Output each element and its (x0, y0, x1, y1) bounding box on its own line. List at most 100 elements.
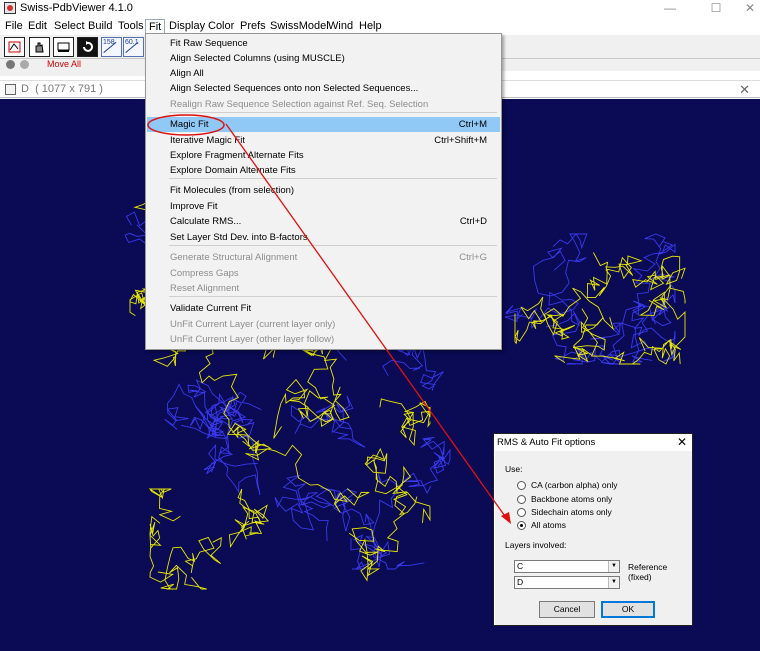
fit-menu-item-improve-fit[interactable]: Improve Fit (147, 199, 500, 214)
radio-indicator (517, 481, 526, 490)
menu-item-shortcut: Ctrl+D (459, 216, 487, 227)
menu-select[interactable]: Select (51, 19, 88, 34)
menu-separator (169, 112, 497, 113)
menu-item-label: Set Layer Std Dev. into B-factors (170, 232, 308, 243)
fit-menu-item-magic-fit[interactable]: Magic Fit Ctrl+M (147, 117, 500, 132)
distance-tool-button[interactable]: 60.1 (123, 37, 144, 57)
menu-item-shortcut: Ctrl+M (458, 119, 487, 130)
menu-item-label: Calculate RMS... (170, 216, 242, 227)
menu-item-label: Align Selected Columns (using MUSCLE) (170, 53, 345, 64)
reference-layer-select[interactable]: C ▼ (514, 560, 620, 573)
window-icon (57, 42, 70, 52)
menu-item-shortcut: Ctrl+Shift+M (434, 135, 487, 146)
fit-menu-item-explore-domain-alternate-fits[interactable]: Explore Domain Alternate Fits (147, 163, 500, 178)
menu-item-label: Explore Fragment Alternate Fits (170, 150, 304, 161)
menu-wind[interactable]: Wind (325, 19, 356, 34)
angle-tool-button[interactable]: 158 (101, 37, 122, 57)
fit-menu-item-compress-gaps: Compress Gaps (147, 266, 500, 281)
fit-menu-item-unfit-current-layer-other-layer-follow: UnFit Current Layer (other layer follow) (147, 332, 500, 347)
layer-icon[interactable] (20, 60, 29, 69)
menu-item-label: Magic Fit (170, 119, 209, 130)
radio-label: Sidechain atoms only (531, 507, 612, 517)
chevron-down-icon: ▼ (608, 577, 619, 588)
reference-layer-value: C (517, 561, 524, 571)
close-button[interactable]: ✕ (735, 0, 760, 17)
menu-swissmodel[interactable]: SwissModel (267, 19, 332, 34)
fit-menu-item-validate-current-fit[interactable]: Validate Current Fit (147, 301, 500, 316)
menu-item-label: Align Selected Sequences onto non Select… (170, 83, 419, 94)
ok-button[interactable]: OK (601, 601, 655, 618)
move-all-label[interactable]: Move All (47, 59, 81, 69)
fit-menu-item-calculate-rms[interactable]: Calculate RMS... Ctrl+D (147, 214, 500, 229)
radio-label: CA (carbon alpha) only (531, 480, 618, 490)
menu-item-label: Fit Raw Sequence (170, 38, 248, 49)
menu-item-label: Reset Alignment (170, 283, 240, 294)
rotate-tool-button[interactable] (77, 37, 98, 57)
fit-menu-item-fit-raw-sequence[interactable]: Fit Raw Sequence (147, 36, 500, 51)
app-title: Swiss-PdbViewer 4.1.0 (20, 2, 133, 14)
dialog-titlebar: RMS & Auto Fit options ✕ (494, 434, 692, 451)
graphic-window-title: D ( 1077 x 791 ) (21, 83, 103, 95)
graphic-window-close-button[interactable]: ✕ (739, 82, 750, 98)
fit-menu-item-unfit-current-layer-current-layer-only: UnFit Current Layer (current layer only) (147, 317, 500, 332)
fit-menu-item-iterative-magic-fit[interactable]: Iterative Magic Fit Ctrl+Shift+M (147, 133, 500, 148)
radio-indicator (517, 495, 526, 504)
fit-menu-item-align-selected-sequences-onto-non-selected-sequences[interactable]: Align Selected Sequences onto non Select… (147, 81, 500, 96)
fit-menu-dropdown: Fit Raw Sequence Align Selected Columns (… (145, 33, 502, 350)
fit-menu-item-generate-structural-alignment: Generate Structural Alignment Ctrl+G (147, 250, 500, 265)
app-icon (4, 2, 16, 14)
toolbar-label-strip (0, 71, 160, 76)
menu-separator (169, 245, 497, 246)
menu-item-label: Fit Molecules (from selection) (170, 185, 295, 196)
radio-label: Backbone atoms only (531, 494, 613, 504)
chevron-down-icon: ▼ (608, 561, 619, 572)
app-titlebar: Swiss-PdbViewer 4.1.0 — ☐ ✕ (0, 0, 760, 17)
menu-color[interactable]: Color (205, 19, 237, 34)
select-tool-button[interactable] (4, 37, 25, 57)
menu-item-label: Align All (170, 68, 204, 79)
menu-item-label: Generate Structural Alignment (170, 252, 298, 263)
menu-separator (169, 178, 497, 179)
move-tool-button[interactable] (29, 37, 50, 57)
minimize-button[interactable]: — (655, 0, 685, 17)
fit-menu-item-explore-fragment-alternate-fits[interactable]: Explore Fragment Alternate Fits (147, 148, 500, 163)
menu-item-label: UnFit Current Layer (other layer follow) (170, 334, 335, 345)
use-label: Use: (505, 464, 523, 474)
fit-menu-item-set-layer-std-dev-into-b-factors[interactable]: Set Layer Std Dev. into B-factors (147, 230, 500, 245)
dialog-body: Use: CA (carbon alpha) only Backbone ato… (495, 451, 692, 625)
menu-item-label: Explore Domain Alternate Fits (170, 165, 296, 176)
moving-layer-select[interactable]: D ▼ (514, 576, 620, 589)
layers-involved-label: Layers involved: (505, 540, 567, 550)
globe-icon[interactable] (6, 60, 15, 69)
dialog-close-button[interactable]: ✕ (677, 435, 687, 449)
menu-edit[interactable]: Edit (25, 19, 50, 34)
menu-fit[interactable]: Fit (145, 19, 166, 34)
translate-tool-button[interactable] (53, 37, 74, 57)
maximize-button[interactable]: ☐ (701, 0, 731, 17)
dialog-title: RMS & Auto Fit options (497, 437, 596, 448)
window-icon (5, 84, 16, 95)
menu-item-label: UnFit Current Layer (current layer only) (170, 319, 336, 330)
reference-fixed-label: Reference (fixed) (628, 562, 668, 582)
rotate-icon (83, 41, 93, 52)
radio-label: All atoms (531, 520, 566, 530)
radio-indicator-selected (517, 521, 526, 530)
menu-item-label: Improve Fit (170, 201, 218, 212)
menu-help[interactable]: Help (356, 19, 385, 34)
menu-item-label: Compress Gaps (170, 268, 239, 279)
menu-build[interactable]: Build (85, 19, 115, 34)
menu-display[interactable]: Display (166, 19, 208, 34)
molecule-icon (8, 41, 21, 53)
fit-menu-item-align-selected-columns-using-muscle[interactable]: Align Selected Columns (using MUSCLE) (147, 51, 500, 66)
menu-item-label: Iterative Magic Fit (170, 135, 245, 146)
menu-tools[interactable]: Tools (115, 19, 147, 34)
cancel-button[interactable]: Cancel (539, 601, 595, 618)
fit-menu-item-reset-alignment: Reset Alignment (147, 281, 500, 296)
moving-layer-value: D (517, 577, 524, 587)
hand-icon (35, 42, 44, 53)
fit-menu-item-align-all[interactable]: Align All (147, 66, 500, 81)
menu-file[interactable]: File (2, 19, 26, 34)
menu-prefs[interactable]: Prefs (237, 19, 269, 34)
fit-menu-item-fit-molecules-from-selection[interactable]: Fit Molecules (from selection) (147, 183, 500, 198)
menu-item-label: Realign Raw Sequence Selection against R… (170, 99, 429, 110)
